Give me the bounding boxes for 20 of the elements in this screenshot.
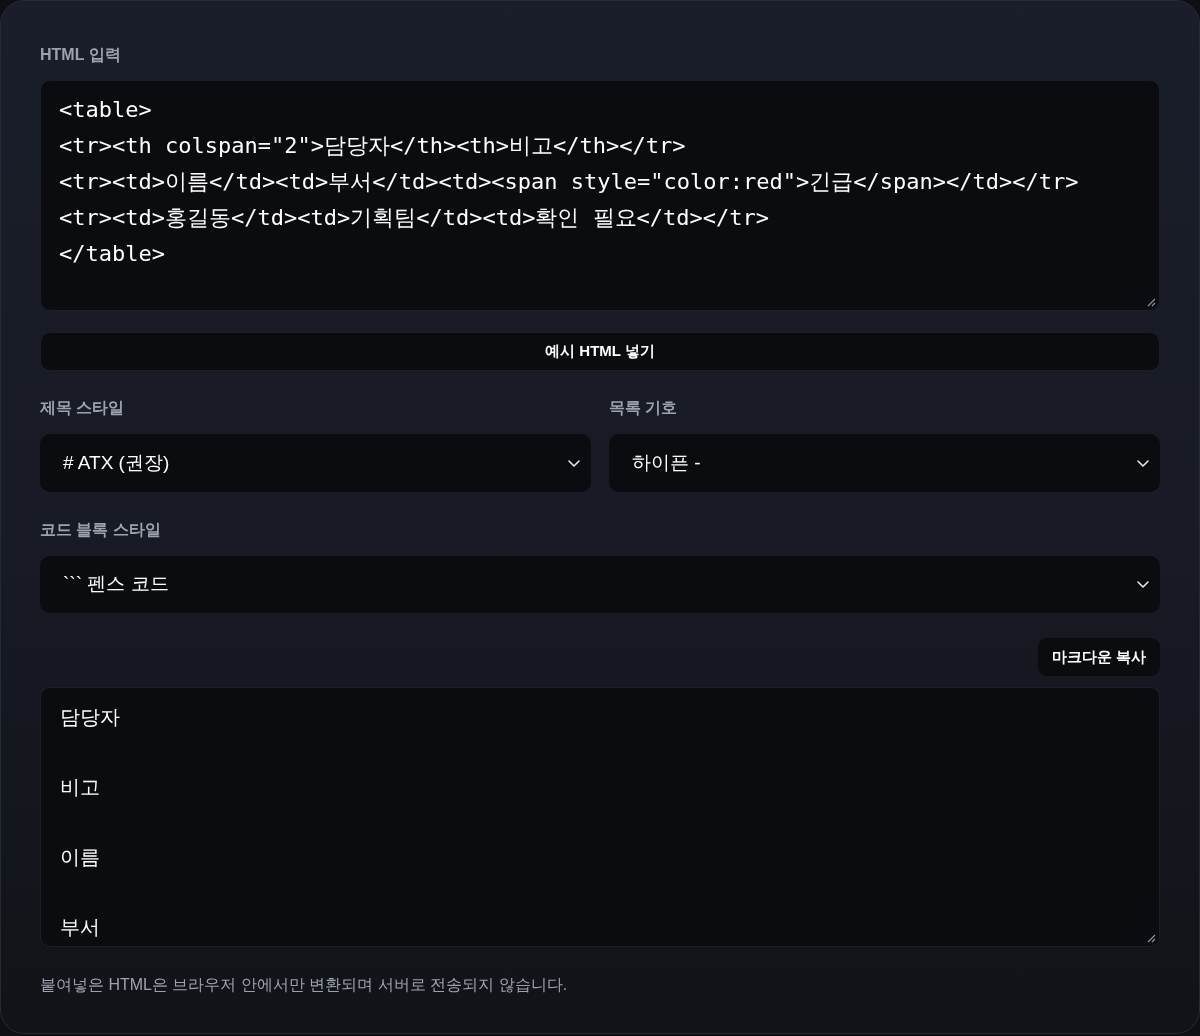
select-label: 코드 블록 스타일: [40, 520, 162, 540]
copy-markdown-button[interactable]: 마크다운 복사: [1037, 638, 1160, 676]
html-input-field[interactable]: <table> <tr><th colspan="2">담당자</th><th>비고</th></tr> <tr><td>이름</td><td>부서</td><td><span style="color:red">긴급</span></td></tr> <tr><td>홍길동</td><td>기획팀</td><td>확인 필요</td></tr> </table>: [40, 80, 1160, 311]
markdown-output-field[interactable]: 담당자 비고 이름 부서: [40, 687, 1160, 947]
chevron-down-icon: [1137, 459, 1149, 467]
field-label: HTML 입력: [40, 45, 122, 65]
privacy-note: 붙여넣은 HTML은 브라우저 안에서만 변환되며 서버로 전송되지 않습니다.: [40, 975, 569, 995]
chevron-down-icon: [568, 459, 580, 467]
insert-sample-button[interactable]: 예시 HTML 넣기: [40, 332, 1160, 371]
select-value: ``` 펜스 코드: [63, 572, 169, 597]
dropdown-select[interactable]: ``` 펜스 코드: [40, 556, 1160, 613]
resize-handle-icon[interactable]: [1147, 298, 1156, 307]
select-label: 목록 기호: [609, 398, 679, 418]
resize-handle-icon[interactable]: [1147, 934, 1156, 943]
select-value: 하이픈 -: [632, 450, 701, 475]
dropdown-select[interactable]: 하이픈 -: [609, 434, 1160, 492]
select-value: # ATX (권장): [63, 450, 170, 475]
chevron-down-icon: [1137, 581, 1149, 588]
dropdown-select[interactable]: # ATX (권장): [40, 434, 591, 492]
select-label: 제목 스타일: [40, 398, 126, 418]
